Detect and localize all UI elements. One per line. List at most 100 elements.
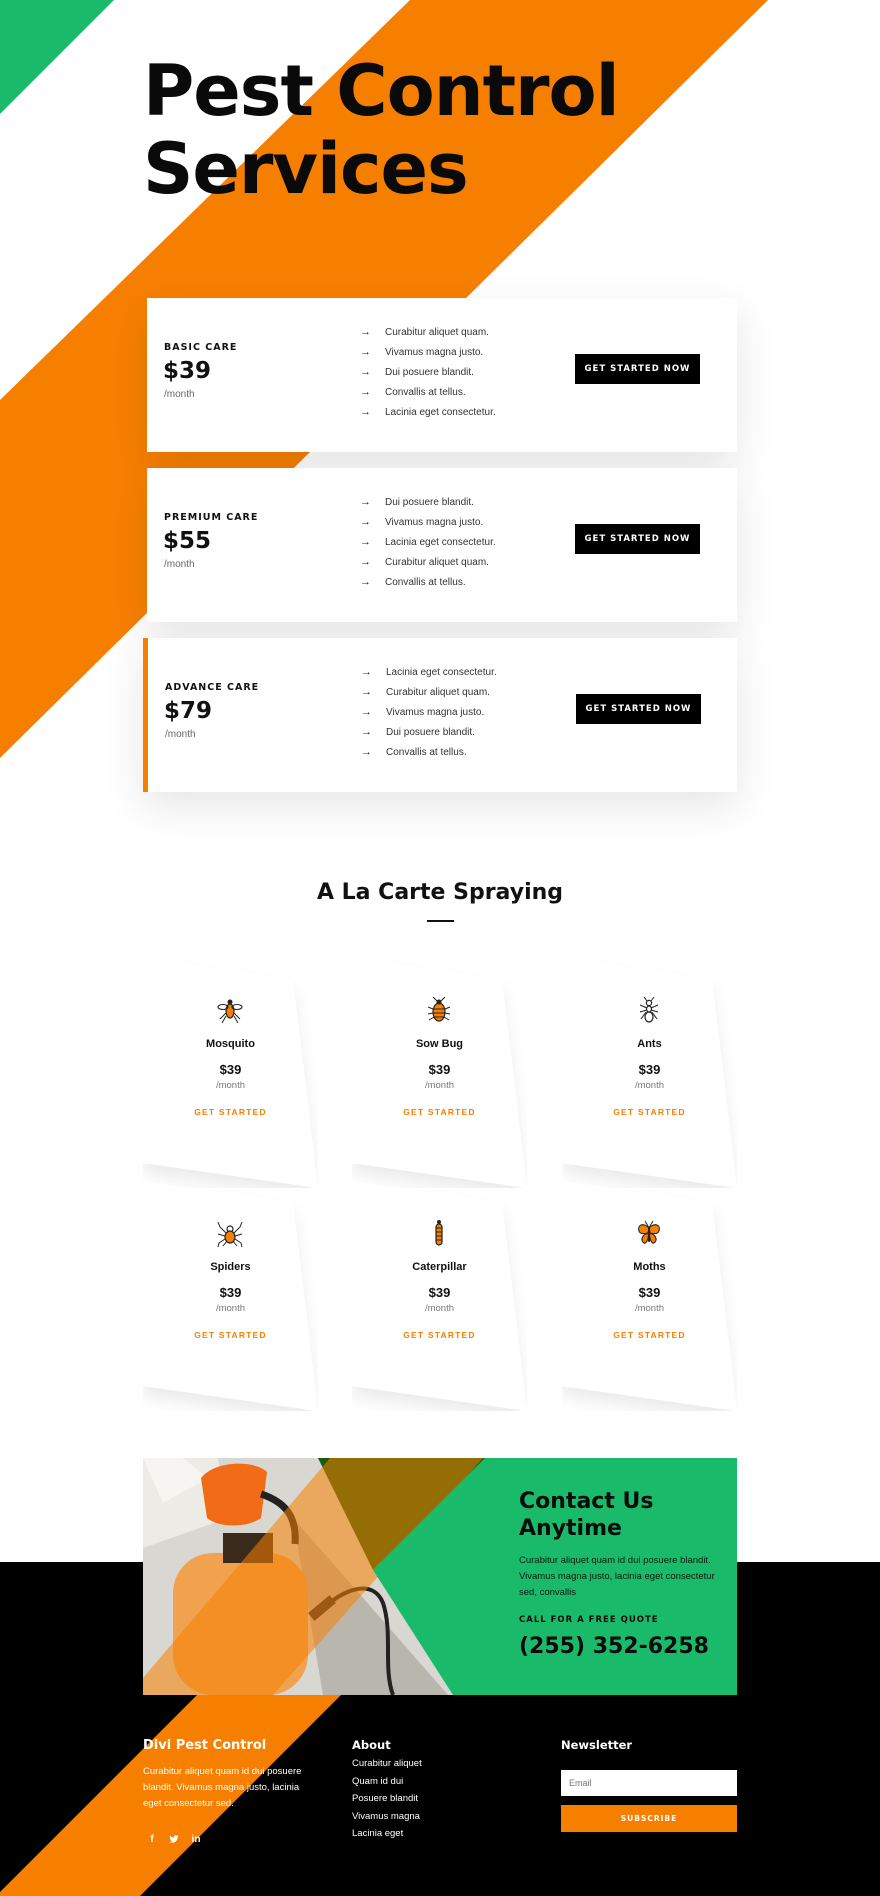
contact-title-line2: Anytime [519, 1516, 622, 1541]
get-started-now-button[interactable]: GET STARTED NOW [575, 354, 700, 384]
card-name: Caterpillar [412, 1261, 467, 1273]
plan-feature: → Lacinia eget consectetur. [360, 536, 496, 548]
get-started-link[interactable]: GET STARTED [562, 1330, 737, 1340]
arrow-right-icon: → [360, 406, 371, 418]
sow-bug-icon [427, 996, 451, 1022]
plan-period: /month [164, 559, 195, 570]
card-name: Moths [633, 1261, 666, 1273]
get-started-link[interactable]: GET STARTED [143, 1107, 318, 1117]
arrow-right-icon: → [360, 516, 371, 528]
arrow-right-icon: → [361, 666, 372, 678]
card-name: Sow Bug [415, 1038, 464, 1050]
get-started-link[interactable]: GET STARTED [562, 1107, 737, 1117]
get-started-now-button[interactable]: GET STARTED NOW [575, 524, 700, 554]
about-links: Curabitur aliquet Quam id dui Posuere bl… [352, 1758, 422, 1846]
plan-card-premium: PREMIUM CARE $55 /month → Dui posuere bla… [147, 468, 737, 622]
arrow-right-icon: → [360, 366, 371, 378]
email-input[interactable] [561, 1770, 737, 1796]
plan-price: $79 [164, 698, 213, 724]
facebook-icon[interactable]: f [145, 1832, 159, 1846]
get-started-link[interactable]: GET STARTED [352, 1107, 527, 1117]
plan-feature: → Dui posuere blandit. [360, 366, 474, 378]
get-started-now-button[interactable]: GET STARTED NOW [576, 694, 701, 724]
card-price: $39 [428, 1285, 451, 1300]
card-period: /month [634, 1080, 665, 1091]
plan-card-advance: ADVANCE CARE $79 /month → Lacinia eget co… [143, 638, 737, 792]
footer-brand[interactable]: Divi Pest Control [143, 1738, 266, 1753]
footer-link[interactable]: Posuere blandit [352, 1793, 422, 1811]
footer-link[interactable]: Lacinia eget [352, 1828, 422, 1846]
get-started-link[interactable]: GET STARTED [143, 1330, 318, 1340]
caterpillar-icon [435, 1220, 443, 1246]
contact-text: Curabitur aliquet quam id dui posuere bl… [519, 1555, 715, 1598]
plan-card-basic: BASIC CARE $39 /month → Curabitur aliquet… [147, 298, 737, 452]
get-started-link[interactable]: GET STARTED [352, 1330, 527, 1340]
footer-link[interactable]: Curabitur aliquet [352, 1758, 422, 1776]
card-price: $39 [428, 1062, 451, 1077]
plan-name: BASIC CARE [164, 342, 238, 353]
plan-feature: → Vivamus magna justo. [360, 516, 484, 528]
arrow-right-icon: → [360, 346, 371, 358]
plan-price: $55 [163, 528, 212, 554]
service-card: Sow Bug $39 /month GET STARTED [352, 958, 527, 1188]
spider-icon [217, 1221, 243, 1248]
plan-feature: → Convallis at tellus. [360, 576, 466, 588]
card-price: $39 [219, 1062, 242, 1077]
card-period: /month [215, 1303, 246, 1314]
hero-title-line2: Services [143, 128, 469, 210]
arrow-right-icon: → [361, 746, 372, 758]
arrow-right-icon: → [360, 386, 371, 398]
arrow-right-icon: → [360, 496, 371, 508]
plan-feature: → Vivamus magna justo. [361, 706, 485, 718]
plan-name: ADVANCE CARE [165, 682, 260, 693]
plan-feature: → Lacinia eget consectetur. [360, 406, 496, 418]
card-price: $39 [638, 1285, 661, 1300]
arrow-right-icon: → [361, 726, 372, 738]
hero-title-line1: Pest Control [143, 50, 620, 132]
plan-feature: → Dui posuere blandit. [360, 496, 474, 508]
service-card: Ants $39 /month GET STARTED [562, 958, 737, 1188]
plan-name: PREMIUM CARE [164, 512, 259, 523]
footer-link[interactable]: Vivamus magna [352, 1811, 422, 1829]
service-card: Moths $39 /month GET STARTED [562, 1181, 737, 1411]
card-name: Spiders [210, 1261, 251, 1273]
card-period: /month [424, 1303, 455, 1314]
subscribe-button[interactable]: SUBSCRIBE [561, 1805, 737, 1832]
phone-number[interactable]: (255) 352-6258 [519, 1634, 709, 1659]
footer-text: Curabitur aliquet quam id dui posuere bl… [143, 1766, 302, 1809]
section-title: A La Carte Spraying [316, 880, 564, 905]
plan-price: $39 [163, 358, 212, 384]
plan-feature-list: → Curabitur aliquet quam. → Vivamus magna … [360, 322, 496, 422]
ant-icon [639, 996, 659, 1023]
card-period: /month [634, 1303, 665, 1314]
hero-title: Pest Control Services [143, 52, 703, 208]
service-card: Spiders $39 /month GET STARTED [143, 1181, 318, 1411]
newsletter-title: Newsletter [561, 1738, 633, 1752]
plan-feature-list: → Dui posuere blandit. → Vivamus magna jus… [360, 492, 496, 592]
service-card: Caterpillar $39 /month GET STARTED [352, 1181, 527, 1411]
moth-icon [638, 1220, 660, 1244]
contact-subhead: CALL FOR A FREE QUOTE [519, 1615, 659, 1625]
plan-feature: → Curabitur aliquet quam. [361, 686, 490, 698]
plan-feature: → Curabitur aliquet quam. [360, 556, 489, 568]
contact-title-line1: Contact Us [519, 1489, 654, 1514]
plan-feature: → Vivamus magna justo. [360, 346, 484, 358]
title-divider [427, 920, 454, 922]
card-name: Mosquito [206, 1038, 255, 1050]
card-period: /month [215, 1080, 246, 1091]
plan-feature: → Lacinia eget consectetur. [361, 666, 497, 678]
plan-feature: → Convallis at tellus. [360, 386, 466, 398]
linkedin-icon[interactable]: in [189, 1832, 203, 1846]
twitter-icon[interactable] [167, 1832, 181, 1846]
arrow-right-icon: → [360, 536, 371, 548]
arrow-right-icon: → [360, 556, 371, 568]
card-price: $39 [638, 1062, 661, 1077]
arrow-right-icon: → [360, 326, 371, 338]
card-period: /month [424, 1080, 455, 1091]
plan-feature-list: → Lacinia eget consectetur. → Curabitur al… [361, 662, 497, 762]
plan-feature: → Curabitur aliquet quam. [360, 326, 489, 338]
about-title: About [352, 1738, 391, 1752]
mosquito-icon [217, 999, 243, 1024]
footer-link[interactable]: Quam id dui [352, 1776, 422, 1794]
plan-period: /month [164, 389, 195, 400]
